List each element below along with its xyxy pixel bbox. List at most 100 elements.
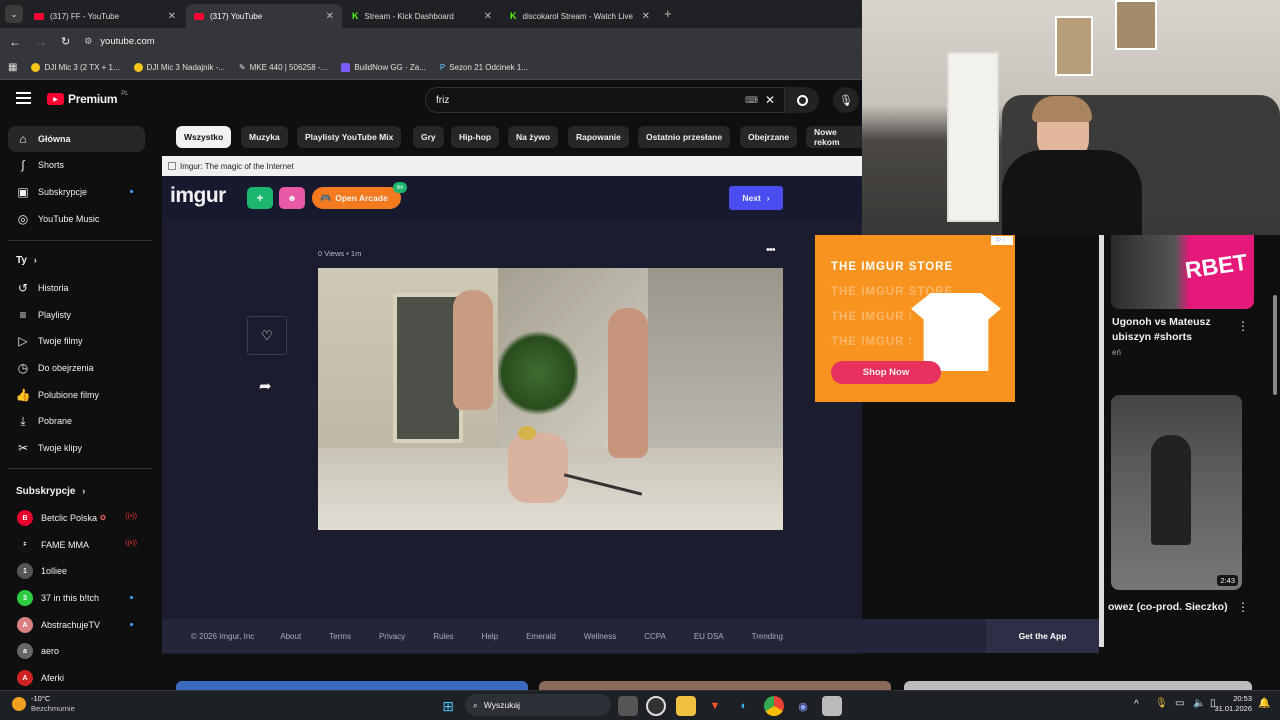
more-vert-icon[interactable]: ⋮ (1237, 600, 1249, 614)
obs-icon[interactable] (646, 696, 666, 716)
new-post-button[interactable]: + (247, 187, 273, 209)
notification-icon[interactable]: 🔔 (1258, 698, 1270, 709)
chip[interactable]: Ostatnio przesłane (638, 126, 731, 148)
chip[interactable]: Na żywo (508, 126, 559, 148)
keyboard-icon[interactable]: ⌨ (745, 95, 758, 106)
search-box[interactable]: friz ⌨ ✕ (425, 87, 785, 113)
open-arcade-button[interactable]: 🎮 Open Arcade (312, 187, 401, 209)
video-title[interactable]: owez (co-prod. Sieczko) (1108, 601, 1228, 613)
bookmark[interactable]: ✎ MKE 440 | 506258 -... (239, 63, 327, 72)
task-view-icon[interactable] (618, 696, 638, 716)
edge-icon[interactable]: ◐ (734, 696, 754, 716)
footer-link[interactable]: Privacy (379, 632, 405, 641)
ad-choices-icon[interactable]: ▷⋮ (991, 236, 1013, 245)
chip[interactable]: Playlisty YouTube Mix (297, 126, 402, 148)
volume-icon[interactable]: 🔈 (1193, 698, 1205, 709)
shop-now-button[interactable]: Shop Now (831, 361, 941, 384)
taskbar-search[interactable]: ⌕ Wyszukaj (465, 694, 611, 716)
voice-search-button[interactable]: 🎙 (833, 87, 859, 113)
chip[interactable]: Hip-hop (451, 126, 500, 148)
sidebar-item-history[interactable]: ↺ Historia (8, 275, 145, 301)
sidebar-item-youtube-music[interactable]: ◎ YouTube Music (8, 206, 145, 232)
close-icon[interactable]: ✕ (484, 11, 492, 22)
footer-link[interactable]: Help (482, 632, 498, 641)
browser-tab-active[interactable]: (317) YouTube ✕ (186, 4, 342, 28)
sidebar-item-your-videos[interactable]: ▷ Twoje filmy (8, 328, 145, 354)
back-icon[interactable]: ← (9, 35, 21, 49)
clear-search-icon[interactable]: ✕ (765, 93, 775, 107)
sidebar-item-clips[interactable]: ✂ Twoje klipy (8, 435, 145, 461)
video-thumbnail[interactable] (904, 681, 1252, 690)
bookmark[interactable]: P Sezon 21 Odcinek 1... (440, 63, 528, 72)
video-thumbnail[interactable] (539, 681, 891, 690)
clock[interactable]: 20:53 31.01.2026 (1214, 694, 1252, 714)
sidebar-item-liked[interactable]: 👍 Polubione filmy (8, 382, 145, 408)
search-button[interactable] (785, 87, 819, 113)
chrome-icon[interactable] (764, 696, 784, 716)
sidebar-item-shorts[interactable]: ∫ Shorts (8, 152, 145, 178)
apps-grid-icon[interactable]: ▦ (8, 62, 17, 73)
youtube-logo[interactable]: ▶ Premium PL (47, 91, 129, 106)
like-button[interactable]: ♡ (247, 316, 287, 355)
chip[interactable]: Gry (413, 126, 444, 148)
footer-link[interactable]: Emerald (526, 632, 556, 641)
sidebar-item-subscriptions[interactable]: ▣ Subskrypcje (8, 179, 145, 205)
close-icon[interactable]: ✕ (642, 11, 650, 22)
windows-start-icon[interactable]: ⊞ (438, 696, 458, 716)
browser-tab[interactable]: K discokarol Stream - Watch Live ✕ (502, 4, 658, 28)
sidebar-item-downloads[interactable]: ⤓ Pobrane (8, 408, 145, 434)
video-thumbnail[interactable]: 2:43 (1111, 395, 1242, 590)
footer-link[interactable]: Wellness (584, 632, 616, 641)
close-icon[interactable]: ✕ (168, 11, 176, 22)
close-icon[interactable]: ✕ (326, 11, 334, 22)
sidebar-item-home[interactable]: ⌂ Główna (8, 126, 145, 152)
tab-search-button[interactable]: ⌄ (5, 5, 23, 23)
imgur-logo[interactable]: imgur (170, 184, 226, 208)
site-info-icon[interactable]: ⚙ (84, 36, 92, 47)
more-vert-icon[interactable]: ⋮ (1237, 319, 1249, 333)
bookmark[interactable]: DJI Mic 3 Nadajnik -... (133, 62, 225, 72)
next-button[interactable]: Next › (729, 186, 783, 210)
network-icon[interactable]: ▭ (1175, 698, 1184, 709)
scrollbar-thumb[interactable] (1273, 295, 1277, 395)
chip[interactable]: Nowe rekom (806, 126, 862, 148)
search-input[interactable]: friz (436, 95, 449, 106)
post-image[interactable] (318, 268, 783, 530)
footer-link[interactable]: About (280, 632, 301, 641)
new-tab-button[interactable]: + (664, 6, 672, 21)
browser-tab[interactable]: (317) FF - YouTube ✕ (26, 4, 184, 28)
brave-icon[interactable]: ▼ (705, 696, 725, 716)
subscription-item[interactable]: B Betclic Polska ✪ ((•)) (8, 505, 145, 531)
short-thumbnail[interactable]: RBET (1111, 235, 1254, 309)
microphone-icon[interactable]: 🎙 (1155, 698, 1168, 709)
you-section-header[interactable]: Ty › (16, 255, 37, 266)
short-title[interactable]: ubiszyn #shorts (1112, 331, 1192, 343)
short-title[interactable]: Ugonoh vs Mateusz (1112, 316, 1211, 328)
chip[interactable]: Rapowanie (568, 126, 629, 148)
subscription-item[interactable]: F FAME MMA ((•)) (8, 532, 145, 558)
footer-link[interactable]: Trending (752, 632, 783, 641)
subscription-item[interactable]: 3 37 in this b!tch (8, 585, 145, 611)
tray-chevron-icon[interactable]: ^ (1134, 699, 1139, 710)
footer-link[interactable]: Terms (329, 632, 351, 641)
get-app-button[interactable]: Get the App (986, 619, 1099, 653)
menu-icon[interactable] (16, 92, 31, 104)
subscription-item[interactable]: 1 1olliee (8, 558, 145, 584)
video-thumbnail[interactable] (176, 681, 528, 690)
footer-link[interactable]: CCPA (644, 632, 666, 641)
discord-icon[interactable]: ◉ (793, 696, 813, 716)
reload-icon[interactable]: ↻ (61, 35, 70, 48)
browser-tab[interactable]: K Stream - Kick Dashboard ✕ (344, 4, 500, 28)
chip[interactable]: Muzyka (241, 126, 288, 148)
subscriptions-section-header[interactable]: Subskrypcje › (16, 486, 85, 497)
sidebar-item-watch-later[interactable]: ◷ Do obejrzenia (8, 355, 145, 381)
file-explorer-icon[interactable] (676, 696, 696, 716)
sidebar-item-playlists[interactable]: ≡ Playlisty (8, 302, 145, 328)
footer-link[interactable]: Rules (433, 632, 453, 641)
chip[interactable]: Obejrzane (740, 126, 798, 148)
bookmark[interactable]: BuildNow GG · Za... (341, 62, 426, 72)
bookmark[interactable]: DJI Mic 3 (2 TX + 1... (31, 62, 120, 72)
share-icon[interactable]: ➦ (259, 377, 272, 395)
url-field[interactable]: youtube.com (100, 36, 154, 47)
forward-icon[interactable]: → (35, 35, 47, 49)
